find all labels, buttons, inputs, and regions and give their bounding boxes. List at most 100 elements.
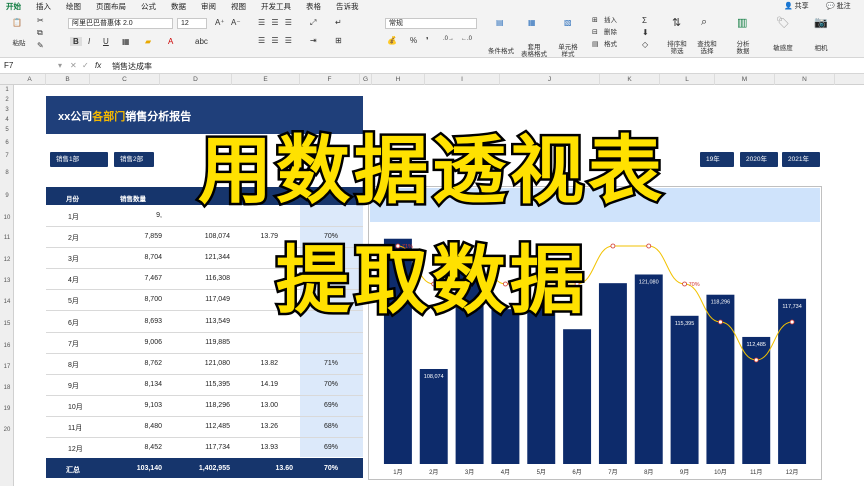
enter-icon[interactable]: ✓ bbox=[82, 61, 89, 70]
orientation-icon[interactable]: ⤢ bbox=[310, 18, 316, 28]
tab-9[interactable]: 表格 bbox=[306, 1, 321, 12]
column-header-I[interactable]: I bbox=[425, 74, 500, 85]
bar-6月[interactable] bbox=[563, 329, 592, 464]
tab-5[interactable]: 数据 bbox=[171, 1, 186, 12]
fill-icon[interactable]: ⬇ bbox=[642, 28, 649, 37]
row-header-1[interactable]: 1 bbox=[0, 87, 14, 93]
column-header-A[interactable]: A bbox=[14, 74, 46, 85]
cell-amt: 119,885 bbox=[205, 338, 230, 346]
formula-content[interactable]: 销售达成率 bbox=[112, 61, 152, 72]
align-top-icons[interactable]: ☰ ☰ ☰ bbox=[258, 18, 294, 27]
bar-9月[interactable] bbox=[670, 315, 699, 464]
column-header-G[interactable]: G bbox=[360, 74, 372, 85]
table-row-divider bbox=[46, 394, 363, 396]
column-header-C[interactable]: C bbox=[90, 74, 160, 85]
italic-button[interactable]: I bbox=[88, 37, 90, 46]
table-format-icon[interactable]: ▦ bbox=[528, 18, 536, 27]
row-header-3[interactable]: 3 bbox=[0, 107, 14, 113]
copy-icon[interactable]: ⧉ bbox=[37, 28, 43, 38]
number-format-select[interactable]: 常规 bbox=[385, 18, 477, 29]
column-header-H[interactable]: H bbox=[372, 74, 425, 85]
column-header-N[interactable]: N bbox=[775, 74, 835, 85]
insert-label[interactable]: 插入 bbox=[604, 17, 617, 24]
delete-icon[interactable]: ⊟ bbox=[592, 28, 598, 36]
analyze-icon[interactable]: ▥ bbox=[737, 16, 747, 29]
shrink-font-icon[interactable]: A⁻ bbox=[231, 18, 241, 27]
align-left-icons[interactable]: ☰ ☰ ☰ bbox=[258, 36, 294, 45]
pct-point[interactable] bbox=[753, 357, 759, 363]
fx-label[interactable]: fx bbox=[95, 61, 101, 70]
comment-button[interactable]: 💬 批注 bbox=[826, 1, 851, 11]
insert-icon[interactable]: ⊞ bbox=[592, 16, 598, 24]
underline-button[interactable]: U bbox=[103, 37, 109, 46]
bold-button[interactable]: B bbox=[70, 37, 82, 46]
column-header-M[interactable]: M bbox=[715, 74, 775, 85]
bar-2月[interactable] bbox=[419, 368, 448, 464]
column-header-D[interactable]: D bbox=[160, 74, 232, 85]
increase-decimal-icon[interactable]: .0→ bbox=[443, 36, 454, 42]
tab-8[interactable]: 开发工具 bbox=[261, 1, 291, 12]
decrease-decimal-icon[interactable]: ←.0 bbox=[461, 36, 472, 42]
cell-ref-box[interactable]: F7 bbox=[4, 61, 54, 70]
border-icon[interactable]: ▦ bbox=[122, 37, 130, 46]
sort-filter-icon[interactable]: ⇅ bbox=[672, 16, 681, 29]
comma-icon[interactable]: ❜ bbox=[426, 36, 429, 45]
tab-10[interactable]: 告诉我 bbox=[336, 1, 359, 12]
cancel-icon[interactable]: ✕ bbox=[70, 61, 77, 70]
row-header-10[interactable]: 10 bbox=[0, 215, 14, 221]
percent-icon[interactable]: % bbox=[410, 36, 417, 45]
combo-chart[interactable]: 1月108,0742月 3月 4月 5月 6月 7月121,0808月115,3959月1… bbox=[368, 186, 822, 480]
format-label[interactable]: 格式 bbox=[604, 41, 617, 48]
tab-2[interactable]: 绘图 bbox=[66, 1, 81, 12]
row-header-19[interactable]: 19 bbox=[0, 406, 14, 412]
phonetic-icon[interactable]: abc bbox=[195, 37, 208, 46]
column-header-E[interactable]: E bbox=[232, 74, 300, 85]
row-header-18[interactable]: 18 bbox=[0, 385, 14, 391]
row-header-2[interactable]: 2 bbox=[0, 97, 14, 103]
font-color-icon[interactable]: A bbox=[168, 37, 173, 46]
paste-icon[interactable]: 📋 bbox=[12, 18, 22, 27]
cell-style-icon[interactable]: ▧ bbox=[564, 18, 572, 27]
row-header-4[interactable]: 4 bbox=[0, 117, 14, 123]
merge-icon[interactable]: ⊞ bbox=[335, 36, 342, 45]
format-painter-icon[interactable]: ✎ bbox=[37, 41, 44, 50]
wrap-text-icon[interactable]: ↵ bbox=[335, 18, 342, 27]
font-size-select[interactable]: 12 bbox=[177, 18, 207, 29]
grow-font-icon[interactable]: A⁺ bbox=[215, 18, 225, 27]
tab-3[interactable]: 页面布局 bbox=[96, 1, 126, 12]
tab-4[interactable]: 公式 bbox=[141, 1, 156, 12]
fill-color-icon[interactable]: ▰ bbox=[145, 37, 151, 46]
sum-icon[interactable]: Σ bbox=[642, 16, 647, 25]
column-header-K[interactable]: K bbox=[600, 74, 660, 85]
camera-icon[interactable]: 📷 bbox=[814, 16, 828, 29]
table-format-label: 套用 表格格式 bbox=[521, 44, 547, 58]
find-icon[interactable]: ⌕ bbox=[701, 16, 707, 29]
column-header-F[interactable]: F bbox=[300, 74, 360, 85]
sensitivity-icon[interactable]: 🏷 bbox=[776, 16, 790, 29]
bar-5月[interactable] bbox=[527, 303, 556, 464]
clear-icon[interactable]: ◇ bbox=[642, 40, 648, 49]
format-icon[interactable]: ▤ bbox=[592, 40, 599, 48]
cond-format-icon[interactable]: ▤ bbox=[496, 18, 504, 27]
row-header-16[interactable]: 16 bbox=[0, 343, 14, 349]
row-header-20[interactable]: 20 bbox=[0, 427, 14, 433]
chevron-down-icon[interactable]: ▾ bbox=[58, 61, 62, 70]
bar-11月[interactable] bbox=[742, 336, 771, 464]
column-header-B[interactable]: B bbox=[46, 74, 90, 85]
bar-4月[interactable] bbox=[491, 309, 520, 464]
cell-price: 13.82 bbox=[260, 359, 278, 367]
delete-label[interactable]: 删除 bbox=[604, 29, 617, 36]
share-button[interactable]: 👤 共享 bbox=[784, 1, 809, 11]
x-tick-label: 11月 bbox=[750, 469, 762, 476]
currency-icon[interactable]: 💰 bbox=[387, 36, 397, 45]
column-header-J[interactable]: J bbox=[500, 74, 600, 85]
font-name-select[interactable]: 阿里巴巴普惠体 2.0 bbox=[68, 18, 173, 29]
tab-6[interactable]: 审阅 bbox=[201, 1, 216, 12]
tab-0[interactable]: 开始 bbox=[6, 1, 21, 12]
column-header-L[interactable]: L bbox=[660, 74, 715, 85]
cut-icon[interactable]: ✂ bbox=[37, 16, 44, 25]
row-header-17[interactable]: 17 bbox=[0, 364, 14, 370]
tab-1[interactable]: 插入 bbox=[36, 1, 51, 12]
tab-7[interactable]: 视图 bbox=[231, 1, 246, 12]
indent-icon[interactable]: ⇥ bbox=[310, 36, 317, 45]
